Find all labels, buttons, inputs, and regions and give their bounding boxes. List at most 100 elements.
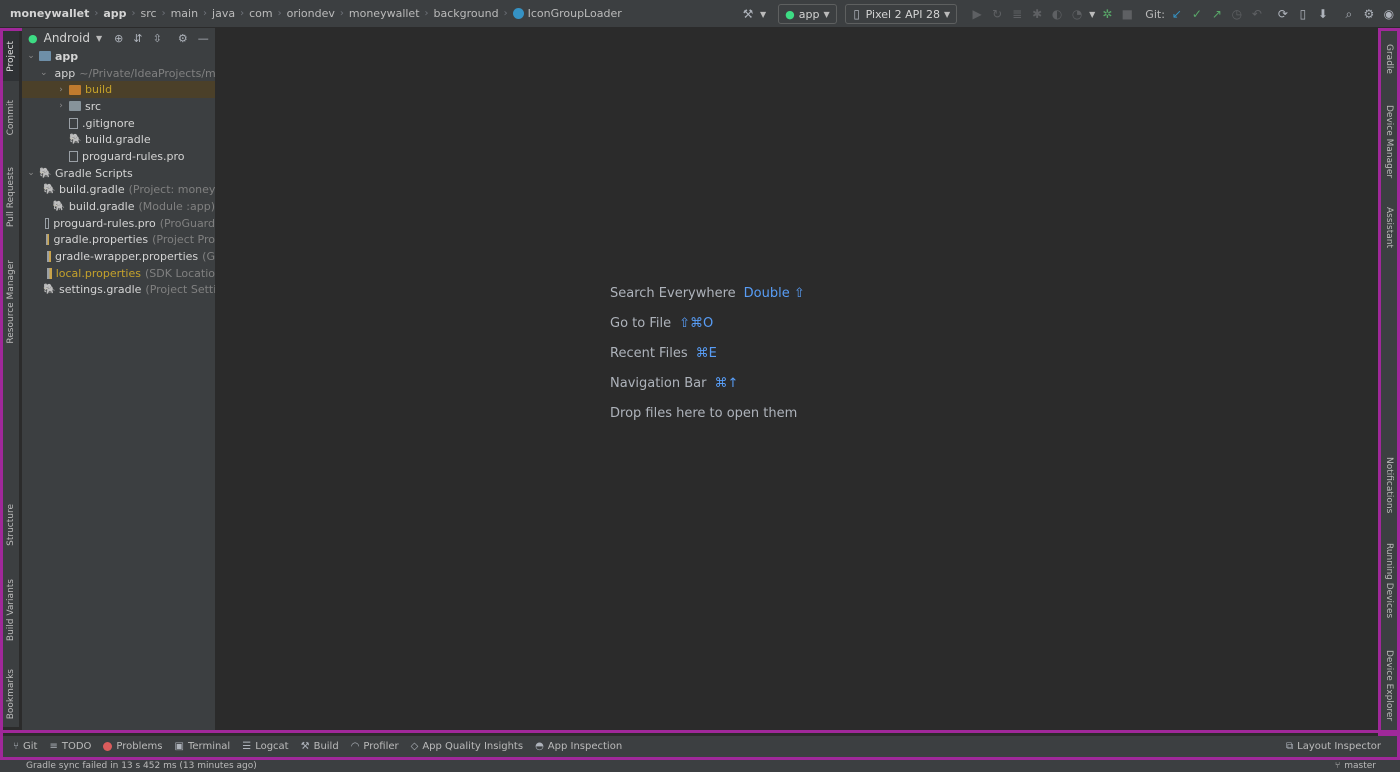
main-toolbar: ⚒ ▼ ● app ▼ ▯ Pixel 2 API 28 ▼ ▶ ↻ ≣ ✱ ◐ …	[740, 0, 1400, 28]
breadcrumb-item[interactable]: app	[103, 7, 126, 20]
gear-icon[interactable]: ⚙	[1361, 6, 1377, 22]
file-icon	[69, 150, 78, 162]
rerun-icon[interactable]: ↻	[989, 6, 1005, 22]
tree-item[interactable]: proguard-rules.pro	[22, 148, 215, 165]
git-branch-widget[interactable]: ⑂ master	[1335, 760, 1376, 772]
chevron-down-icon[interactable]: ⌄	[26, 51, 36, 61]
push-icon[interactable]: ↗	[1209, 6, 1225, 22]
update-project-icon[interactable]: ↙	[1169, 6, 1185, 22]
chevron-right-icon: ›	[339, 8, 344, 19]
tree-item[interactable]: ⌄ app	[22, 48, 215, 65]
gradle-icon: 🐘	[39, 167, 52, 179]
tree-item[interactable]: .gitignore	[22, 115, 215, 132]
chevron-right-icon: ›	[240, 8, 245, 19]
hint-label: Go to File	[610, 315, 672, 331]
breadcrumb-item[interactable]: IconGroupLoader	[528, 7, 622, 20]
chevron-right-icon: ›	[424, 8, 429, 19]
tree-item[interactable]: 🐘 build.gradle (Project: moneyw	[22, 182, 215, 199]
account-icon[interactable]: ◉	[1381, 6, 1397, 22]
tree-item-label: settings.gradle	[59, 283, 142, 297]
history-icon[interactable]: ◷	[1229, 6, 1245, 22]
hint-navigation-bar: Navigation Bar ⌘↑	[610, 368, 805, 398]
navigation-bar: moneywallet › app › src › main › java › com › …	[0, 0, 1400, 28]
chevron-down-icon[interactable]: ▼	[96, 34, 102, 43]
attach-debugger-icon[interactable]: ✲	[1099, 6, 1115, 22]
run-configuration-select[interactable]: ● app ▼	[778, 4, 837, 24]
tree-item[interactable]: local.properties (SDK Locatio	[22, 265, 215, 282]
chevron-right-icon[interactable]: ›	[56, 101, 66, 111]
profile-icon[interactable]: ◐	[1049, 6, 1065, 22]
rollback-icon[interactable]: ↶	[1249, 6, 1265, 22]
tree-item-hint: (G	[202, 250, 215, 264]
tree-item[interactable]: gradle-wrapper.properties (G	[22, 248, 215, 265]
tree-item-hint: (Project: moneyw	[128, 183, 216, 197]
tree-item[interactable]: ⌄ 🐘 Gradle Scripts	[22, 165, 215, 182]
breadcrumb-item[interactable]: com	[249, 7, 273, 20]
android-icon: ●	[785, 7, 795, 21]
hint-drop-files: Drop files here to open them	[610, 398, 805, 428]
tree-item-label: app	[54, 66, 76, 80]
tree-item[interactable]: gradle.properties (Project Pro	[22, 232, 215, 249]
chevron-down-icon: ▼	[943, 9, 951, 19]
run-configuration-label: app	[798, 7, 820, 21]
breadcrumb-item[interactable]: moneywallet	[10, 7, 89, 20]
chevron-down-icon[interactable]: ▼	[1089, 10, 1095, 19]
project-panel-header: ● Android ▼ ⊕ ⇵ ⇳ ⚙ —	[22, 28, 215, 48]
module-folder-icon	[39, 51, 51, 62]
tree-item[interactable]: › build	[22, 81, 215, 99]
tree-item[interactable]: 🐘 settings.gradle (Project Settir	[22, 282, 215, 299]
gear-icon[interactable]: ⚙	[178, 32, 188, 45]
chevron-right-icon: ›	[203, 8, 208, 19]
android-icon: ●	[28, 31, 38, 45]
apply-changes-icon[interactable]: ≣	[1009, 6, 1025, 22]
debug-icon[interactable]: ✱	[1029, 6, 1045, 22]
project-view-select[interactable]: Android	[44, 31, 90, 45]
class-icon	[512, 8, 524, 19]
hint-label: Navigation Bar	[610, 375, 707, 391]
sdk-manager-icon[interactable]: ⬇	[1315, 6, 1331, 22]
chevron-right-icon: ›	[131, 8, 136, 19]
gradle-icon: 🐘	[43, 284, 56, 296]
status-message[interactable]: Gradle sync failed in 13 s 452 ms (13 mi…	[26, 761, 257, 771]
build-hammer-icon[interactable]: ⚒	[740, 6, 756, 22]
breadcrumb: moneywallet › app › src › main › java › com › …	[0, 0, 622, 28]
tree-item[interactable]: › src	[22, 98, 215, 115]
hide-icon[interactable]: —	[198, 32, 209, 45]
chevron-down-icon[interactable]: ⌄	[26, 168, 36, 178]
stop-icon[interactable]: ■	[1119, 6, 1135, 22]
breadcrumb-item[interactable]: background	[434, 7, 499, 20]
breadcrumb-item[interactable]: moneywallet	[349, 7, 420, 20]
breadcrumb-item[interactable]: oriondev	[287, 7, 335, 20]
search-icon[interactable]: ⌕	[1341, 6, 1357, 22]
device-select[interactable]: ▯ Pixel 2 API 28 ▼	[844, 4, 958, 24]
gradle-sync-icon[interactable]: ⟳	[1275, 6, 1291, 22]
expand-all-icon[interactable]: ⇵	[133, 32, 142, 45]
chevron-down-icon[interactable]: ⌄	[40, 68, 48, 78]
tree-item-hint: (Project Pro	[152, 233, 215, 247]
breadcrumb-item[interactable]: src	[141, 7, 157, 20]
tree-item-hint: (ProGuard	[159, 216, 215, 230]
locate-file-icon[interactable]: ⊕	[114, 32, 123, 45]
commit-icon[interactable]: ✓	[1189, 6, 1205, 22]
editor-empty-area[interactable]: Search Everywhere Double ⇧ Go to File ⇧⌘O …	[217, 28, 1378, 730]
tree-item[interactable]: 🐘 build.gradle (Module :app)	[22, 198, 215, 215]
tree-item[interactable]: ⌄ app ~/Private/IdeaProjects/m	[22, 65, 215, 82]
highlight-frame-left	[0, 28, 22, 760]
hint-recent-files: Recent Files ⌘E	[610, 338, 805, 368]
tree-item-label: .gitignore	[82, 116, 135, 130]
git-branch-icon: ⑂	[1334, 761, 1341, 771]
editor-hints: Search Everywhere Double ⇧ Go to File ⇧⌘O …	[610, 278, 805, 428]
breadcrumb-item[interactable]: java	[212, 7, 235, 20]
breadcrumb-item[interactable]: main	[171, 7, 198, 20]
tree-item[interactable]: proguard-rules.pro (ProGuard	[22, 215, 215, 232]
chevron-down-icon[interactable]: ▼	[760, 10, 766, 19]
chevron-right-icon[interactable]: ›	[56, 85, 66, 95]
tree-item-hint: (Module :app)	[138, 200, 216, 214]
collapse-all-icon[interactable]: ⇳	[153, 32, 162, 45]
run-icon[interactable]: ▶	[969, 6, 985, 22]
tree-item[interactable]: 🐘 build.gradle	[22, 131, 215, 148]
device-manager-icon[interactable]: ▯	[1295, 6, 1311, 22]
coverage-icon[interactable]: ◔	[1069, 6, 1085, 22]
tree-item-label: app	[55, 49, 79, 63]
tree-item-label: local.properties	[55, 266, 141, 280]
